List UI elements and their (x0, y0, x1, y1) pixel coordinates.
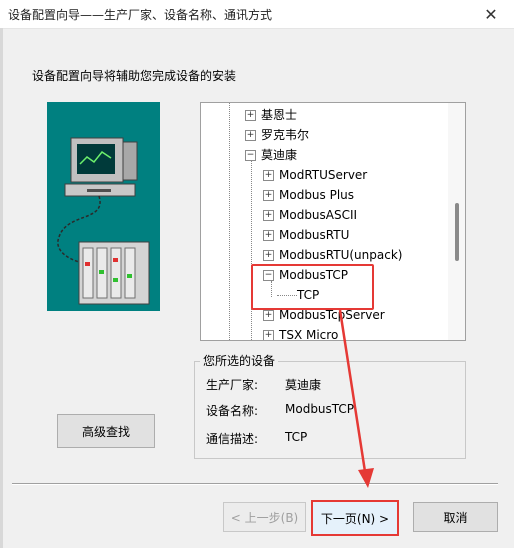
tree-expand-icon[interactable]: + (263, 230, 274, 241)
tree-item-label: 罗克韦尔 (261, 128, 310, 142)
tree-collapse-icon[interactable]: − (245, 150, 256, 161)
advanced-search-button[interactable]: 高级查找 (57, 414, 155, 448)
tree-item-label: ModbusASCII (279, 208, 358, 222)
close-icon: ✕ (484, 4, 498, 24)
window-left-edge (0, 28, 3, 548)
annotation-highlight-box (251, 264, 374, 310)
device-name-value: ModbusTCP (285, 402, 355, 416)
selected-device-group-title: 您所选的设备 (200, 352, 279, 369)
tree-expand-icon[interactable]: + (263, 330, 274, 340)
tree-expand-icon[interactable]: + (263, 210, 274, 221)
annotation-arrow-head (358, 468, 374, 488)
tree-expand-icon[interactable]: + (263, 190, 274, 201)
computer-to-plc-illustration (47, 102, 160, 311)
title-bar: 设备配置向导——生产厂家、设备名称、通讯方式 ✕ (0, 0, 514, 29)
tree-item-label: 基恩士 (261, 108, 298, 122)
intro-text: 设备配置向导将辅助您完成设备的安装 (32, 69, 237, 83)
comm-label: 通信描述: (206, 432, 259, 446)
tree-item-label: ModbusRTU(unpack) (279, 248, 403, 262)
prev-button[interactable]: < 上一步(B) (223, 502, 306, 532)
tree-expand-icon[interactable]: + (245, 110, 256, 121)
device-name-label: 设备名称: (206, 404, 259, 418)
window-title: 设备配置向导——生产厂家、设备名称、通讯方式 (8, 8, 273, 22)
tree-item-label: ModbusRTU (279, 228, 350, 242)
tree-item-label: TSX Micro (279, 328, 339, 341)
tree-expand-icon[interactable]: + (263, 310, 274, 321)
tree-scroll-thumb[interactable] (455, 203, 459, 261)
cancel-button[interactable]: 取消 (413, 502, 498, 532)
close-button[interactable]: ✕ (468, 0, 514, 28)
tree-guide-line (229, 103, 230, 340)
tree-item-label: 莫迪康 (261, 148, 298, 162)
tree-guide-line (251, 161, 252, 340)
tree-expand-icon[interactable]: + (245, 130, 256, 141)
manufacturer-label: 生产厂家: (206, 378, 259, 392)
computer-to-plc-icon (57, 137, 150, 305)
comm-value: TCP (285, 430, 308, 444)
tree-item-label: ModRTUServer (279, 168, 368, 182)
manufacturer-value: 莫迪康 (285, 378, 322, 392)
tree-expand-icon[interactable]: + (263, 170, 274, 181)
tree-item-label: Modbus Plus (279, 188, 355, 202)
separator (12, 483, 498, 485)
tree-scrollbar[interactable] (448, 103, 465, 340)
next-button[interactable]: 下一页(N) > (311, 500, 399, 536)
tree-expand-icon[interactable]: + (263, 250, 274, 261)
